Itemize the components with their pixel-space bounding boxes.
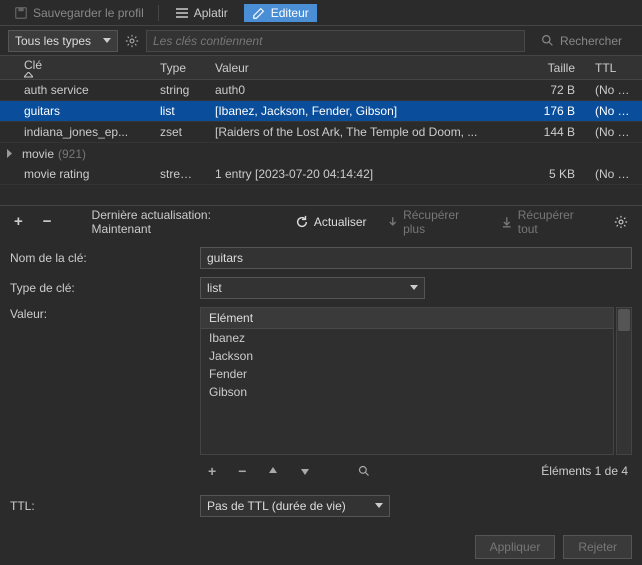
apply-button[interactable]: Appliquer — [475, 535, 556, 559]
ttl-label: TTL: — [10, 499, 200, 513]
chevron-down-icon — [375, 503, 383, 509]
table-row[interactable]: auth service string auth0 72 B (No T... — [0, 80, 642, 101]
reject-button[interactable]: Rejeter — [563, 535, 632, 559]
key-type-label: Type de clé: — [10, 281, 200, 295]
key-name-input[interactable] — [200, 247, 632, 269]
list-item[interactable]: Jackson — [201, 347, 613, 365]
key-search-field[interactable] — [153, 34, 518, 48]
type-filter-combo[interactable]: Tous les types — [8, 30, 118, 52]
flatten-label: Aplatir — [194, 6, 228, 20]
column-type[interactable]: Type — [150, 61, 205, 75]
add-button[interactable]: + — [10, 211, 27, 232]
save-profile-label: Sauvegarder le profil — [33, 6, 144, 20]
key-type-select[interactable]: list — [200, 277, 425, 299]
fetch-all-button: Récupérer tout — [497, 206, 598, 238]
value-search-button[interactable] — [354, 463, 374, 479]
table-row[interactable]: movie rating stream 1 entry [2023-07-20 … — [0, 164, 642, 185]
remove-button[interactable]: − — [39, 211, 56, 232]
scroll-thumb[interactable] — [618, 309, 630, 331]
search-button[interactable]: Rechercher — [529, 34, 634, 48]
sort-asc-icon — [24, 72, 140, 78]
chevron-down-icon — [410, 285, 418, 291]
save-profile-button: Sauvegarder le profil — [8, 4, 150, 22]
table-row[interactable]: indiana_jones_ep... zset [Raiders of the… — [0, 122, 642, 143]
search-label: Rechercher — [560, 34, 622, 48]
key-search-input[interactable] — [146, 30, 525, 52]
group-label: movie — [22, 147, 54, 161]
list-item[interactable]: Fender — [201, 365, 613, 383]
gear-button[interactable] — [122, 31, 142, 51]
scrollbar[interactable] — [616, 307, 632, 455]
column-value[interactable]: Valeur — [205, 61, 520, 75]
editor-label: Editeur — [271, 6, 309, 20]
group-row[interactable]: movie (921) — [0, 143, 642, 164]
ttl-select[interactable]: Pas de TTL (durée de vie) — [200, 495, 390, 517]
refresh-button[interactable]: Actualiser — [291, 213, 371, 231]
chevron-down-icon — [103, 38, 111, 44]
value-list[interactable]: Elément Ibanez Jackson Fender Gibson — [200, 307, 614, 455]
value-remove-button[interactable]: − — [234, 461, 250, 481]
expand-icon — [6, 149, 16, 158]
value-up-button[interactable] — [264, 464, 282, 478]
key-name-label: Nom de la clé: — [10, 251, 200, 265]
group-count: (921) — [58, 147, 86, 161]
value-header: Elément — [201, 308, 613, 329]
value-down-button[interactable] — [296, 464, 314, 478]
settings-button[interactable] — [610, 213, 632, 231]
fetch-more-button: Récupérer plus — [383, 206, 486, 238]
column-ttl[interactable]: TTL — [585, 61, 642, 75]
list-item[interactable]: Gibson — [201, 383, 613, 401]
last-refresh: Dernière actualisation: Maintenant — [92, 208, 267, 236]
value-label: Valeur: — [10, 307, 200, 321]
table-row[interactable]: guitars list [Ibanez, Jackson, Fender, G… — [0, 101, 642, 122]
type-filter-value: Tous les types — [15, 34, 91, 48]
elements-count: Éléments 1 de 4 — [541, 464, 632, 478]
flatten-tab[interactable]: Aplatir — [167, 4, 236, 22]
editor-tab[interactable]: Editeur — [244, 4, 317, 22]
value-add-button[interactable]: + — [204, 461, 220, 481]
column-key[interactable]: Clé — [0, 58, 150, 78]
list-item[interactable]: Ibanez — [201, 329, 613, 347]
column-size[interactable]: Taille — [520, 61, 585, 75]
